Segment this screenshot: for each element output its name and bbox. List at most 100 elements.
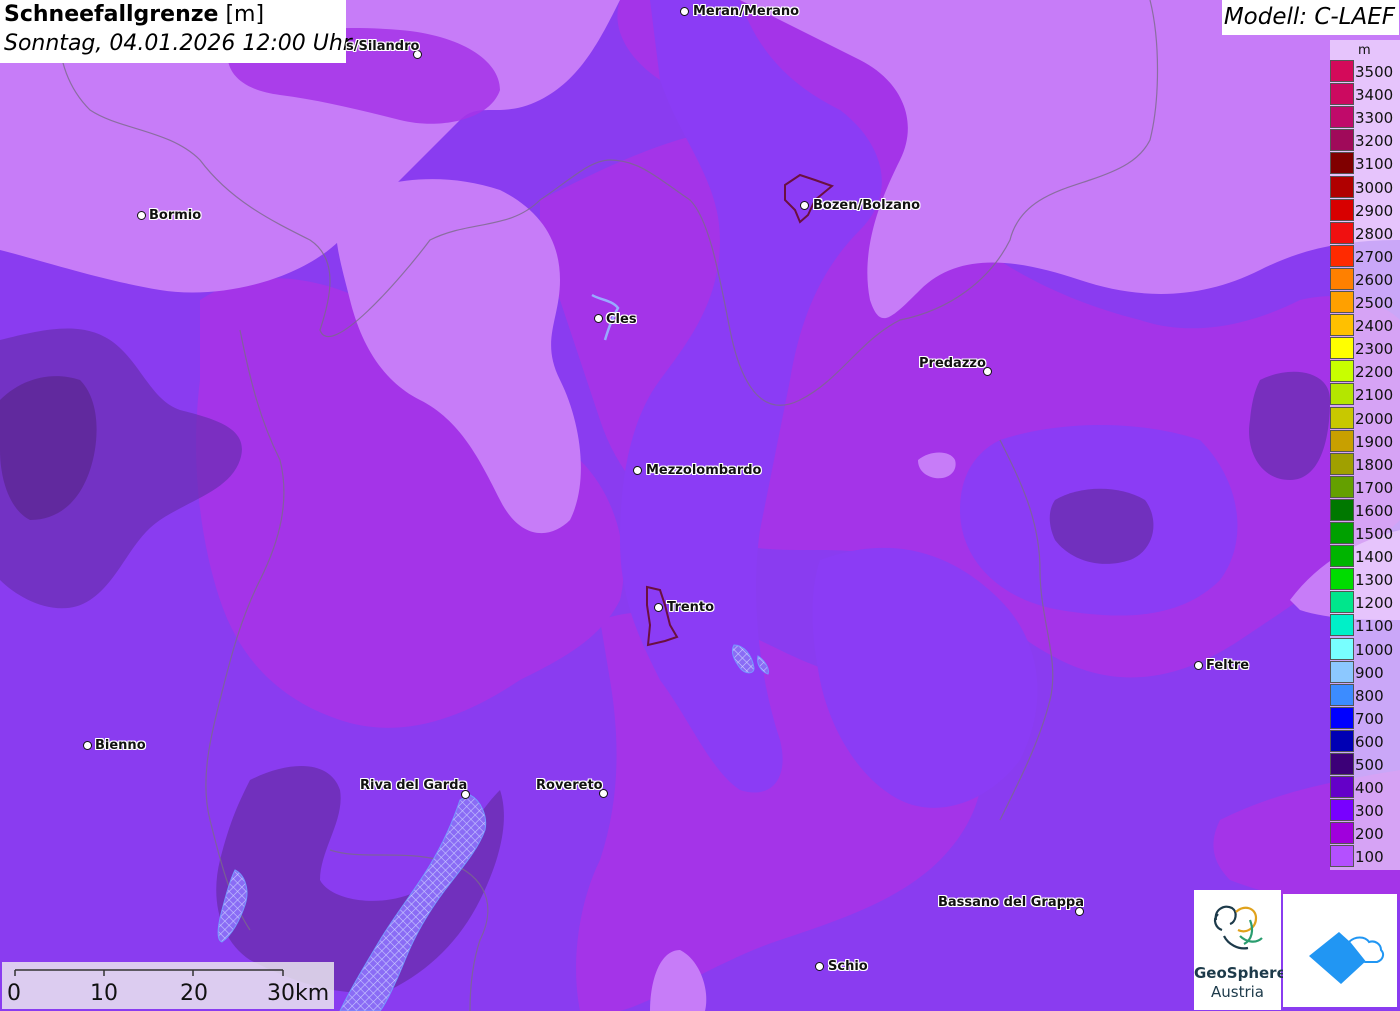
legend-swatch xyxy=(1330,729,1354,752)
city-label-cles: Cles xyxy=(606,312,637,327)
legend-label: 2500 xyxy=(1355,294,1394,312)
legend-swatch xyxy=(1330,429,1354,452)
legend-swatch xyxy=(1330,776,1354,799)
scale-label-20: 20 xyxy=(180,981,208,1006)
city-marker xyxy=(633,466,642,475)
scale-label-0: 0 xyxy=(7,981,21,1006)
scale-bar: 0 10 20 30km xyxy=(2,962,334,1009)
city-label-rovereto: Rovereto xyxy=(536,778,603,793)
city-label-bolzano: Bozen/Bolzano xyxy=(813,198,921,213)
legend-label: 2300 xyxy=(1355,340,1394,359)
map-datetime: Sonntag, 04.01.2026 12:00 Uhr xyxy=(4,31,352,56)
legend-swatch xyxy=(1330,568,1354,591)
legend-label: 700 xyxy=(1355,709,1384,728)
legend-label: 1800 xyxy=(1355,455,1394,474)
city-label-silandro: s/Silandro xyxy=(346,39,420,54)
legend-label: 2200 xyxy=(1355,363,1394,382)
legend-label: 2000 xyxy=(1355,409,1394,428)
legend-label: 1100 xyxy=(1355,617,1394,636)
city-marker xyxy=(1194,661,1203,670)
city-marker xyxy=(594,314,603,323)
legend-swatch xyxy=(1330,498,1354,521)
legend-label: 1900 xyxy=(1355,432,1394,451)
legend-swatch xyxy=(1330,198,1354,221)
legend-label: 3500 xyxy=(1355,63,1394,81)
legend-swatch xyxy=(1330,221,1354,244)
city-label-trento: Trento xyxy=(667,600,715,615)
legend-swatch xyxy=(1330,291,1354,313)
city-marker xyxy=(815,962,824,971)
legend-label: 1300 xyxy=(1355,571,1394,590)
legend-label: 2800 xyxy=(1355,224,1394,243)
legend-swatch xyxy=(1330,83,1354,106)
logo-line2: Austria xyxy=(1211,983,1264,1001)
legend-swatch xyxy=(1330,799,1354,822)
legend-label: 1000 xyxy=(1355,640,1394,659)
legend-label: 500 xyxy=(1355,756,1384,774)
city-label-mezzolombardo: Mezzolombardo xyxy=(646,463,762,478)
city-marker xyxy=(137,211,146,220)
city-marker xyxy=(654,603,663,612)
legend-swatch xyxy=(1330,706,1354,729)
legend-swatch xyxy=(1330,845,1354,868)
model-label: Modell: C-LAEF xyxy=(1223,4,1395,30)
legend-swatch xyxy=(1330,60,1354,82)
scale-label-10: 10 xyxy=(90,981,118,1006)
legend-label: 2900 xyxy=(1355,201,1394,220)
legend-swatch xyxy=(1330,822,1354,845)
legend-label: 800 xyxy=(1355,686,1384,705)
legend-label: 1200 xyxy=(1355,594,1394,613)
legend-label: 3300 xyxy=(1355,109,1394,128)
logo-line1: GeoSphere xyxy=(1194,964,1287,982)
legend-swatch xyxy=(1330,267,1354,290)
city-marker xyxy=(83,741,92,750)
legend-swatch xyxy=(1330,545,1354,568)
city-label-bassano: Bassano del Grappa xyxy=(938,895,1084,910)
city-label-meran: Meran/Merano xyxy=(693,4,800,19)
legend-label: 1600 xyxy=(1355,501,1394,520)
legend-swatch xyxy=(1330,637,1354,660)
legend-label: 2700 xyxy=(1355,247,1394,266)
legend-label: 400 xyxy=(1355,779,1384,798)
legend-label: 3400 xyxy=(1355,86,1394,105)
model-box: Modell: C-LAEF xyxy=(1222,0,1399,35)
legend-label: 2400 xyxy=(1355,317,1394,336)
legend-label: 200 xyxy=(1355,825,1384,844)
legend-label: 3200 xyxy=(1355,132,1394,151)
legend-label: 1700 xyxy=(1355,478,1394,497)
title-box: Schneefallgrenze [m] Sonntag, 04.01.2026… xyxy=(0,0,352,63)
legend-label: 2600 xyxy=(1355,270,1394,289)
legend-swatch xyxy=(1330,406,1354,429)
legend-label: 3100 xyxy=(1355,155,1394,174)
legend-label: 600 xyxy=(1355,732,1384,751)
legend-swatch xyxy=(1330,244,1354,267)
legend-swatch xyxy=(1330,614,1354,637)
cloud-arrow-icon xyxy=(1309,932,1385,984)
geosphere-logo-icon xyxy=(1213,905,1263,950)
app-logo[interactable] xyxy=(1283,894,1397,1007)
legend-unit: m xyxy=(1358,43,1371,58)
legend-swatch xyxy=(1330,475,1354,498)
color-legend: m 3500 3400 3300 3200 3100 3000 2900 2800 2700 26… xyxy=(1330,40,1400,870)
legend-swatch xyxy=(1330,452,1354,475)
geosphere-logo[interactable]: GeoSphere Austria xyxy=(1194,890,1287,1010)
city-marker xyxy=(800,201,809,210)
legend-swatch xyxy=(1330,129,1354,152)
snowline-map[interactable] xyxy=(0,0,1400,1011)
city-label-riva: Riva del Garda xyxy=(360,778,468,793)
legend-swatch xyxy=(1330,753,1354,775)
legend-swatch xyxy=(1330,175,1354,198)
city-label-bienno: Bienno xyxy=(95,738,146,753)
legend-label: 300 xyxy=(1355,802,1384,821)
legend-swatch xyxy=(1330,591,1354,614)
legend-swatch xyxy=(1330,314,1354,337)
legend-label: 900 xyxy=(1355,663,1384,682)
city-label-feltre: Feltre xyxy=(1206,658,1250,673)
legend-swatch xyxy=(1330,660,1354,683)
legend-swatch xyxy=(1330,152,1354,175)
legend-swatch xyxy=(1330,360,1354,383)
legend-swatch xyxy=(1330,522,1354,544)
map-title-unit: [m] xyxy=(225,2,265,27)
city-marker xyxy=(680,7,689,16)
legend-label: 100 xyxy=(1355,848,1384,867)
